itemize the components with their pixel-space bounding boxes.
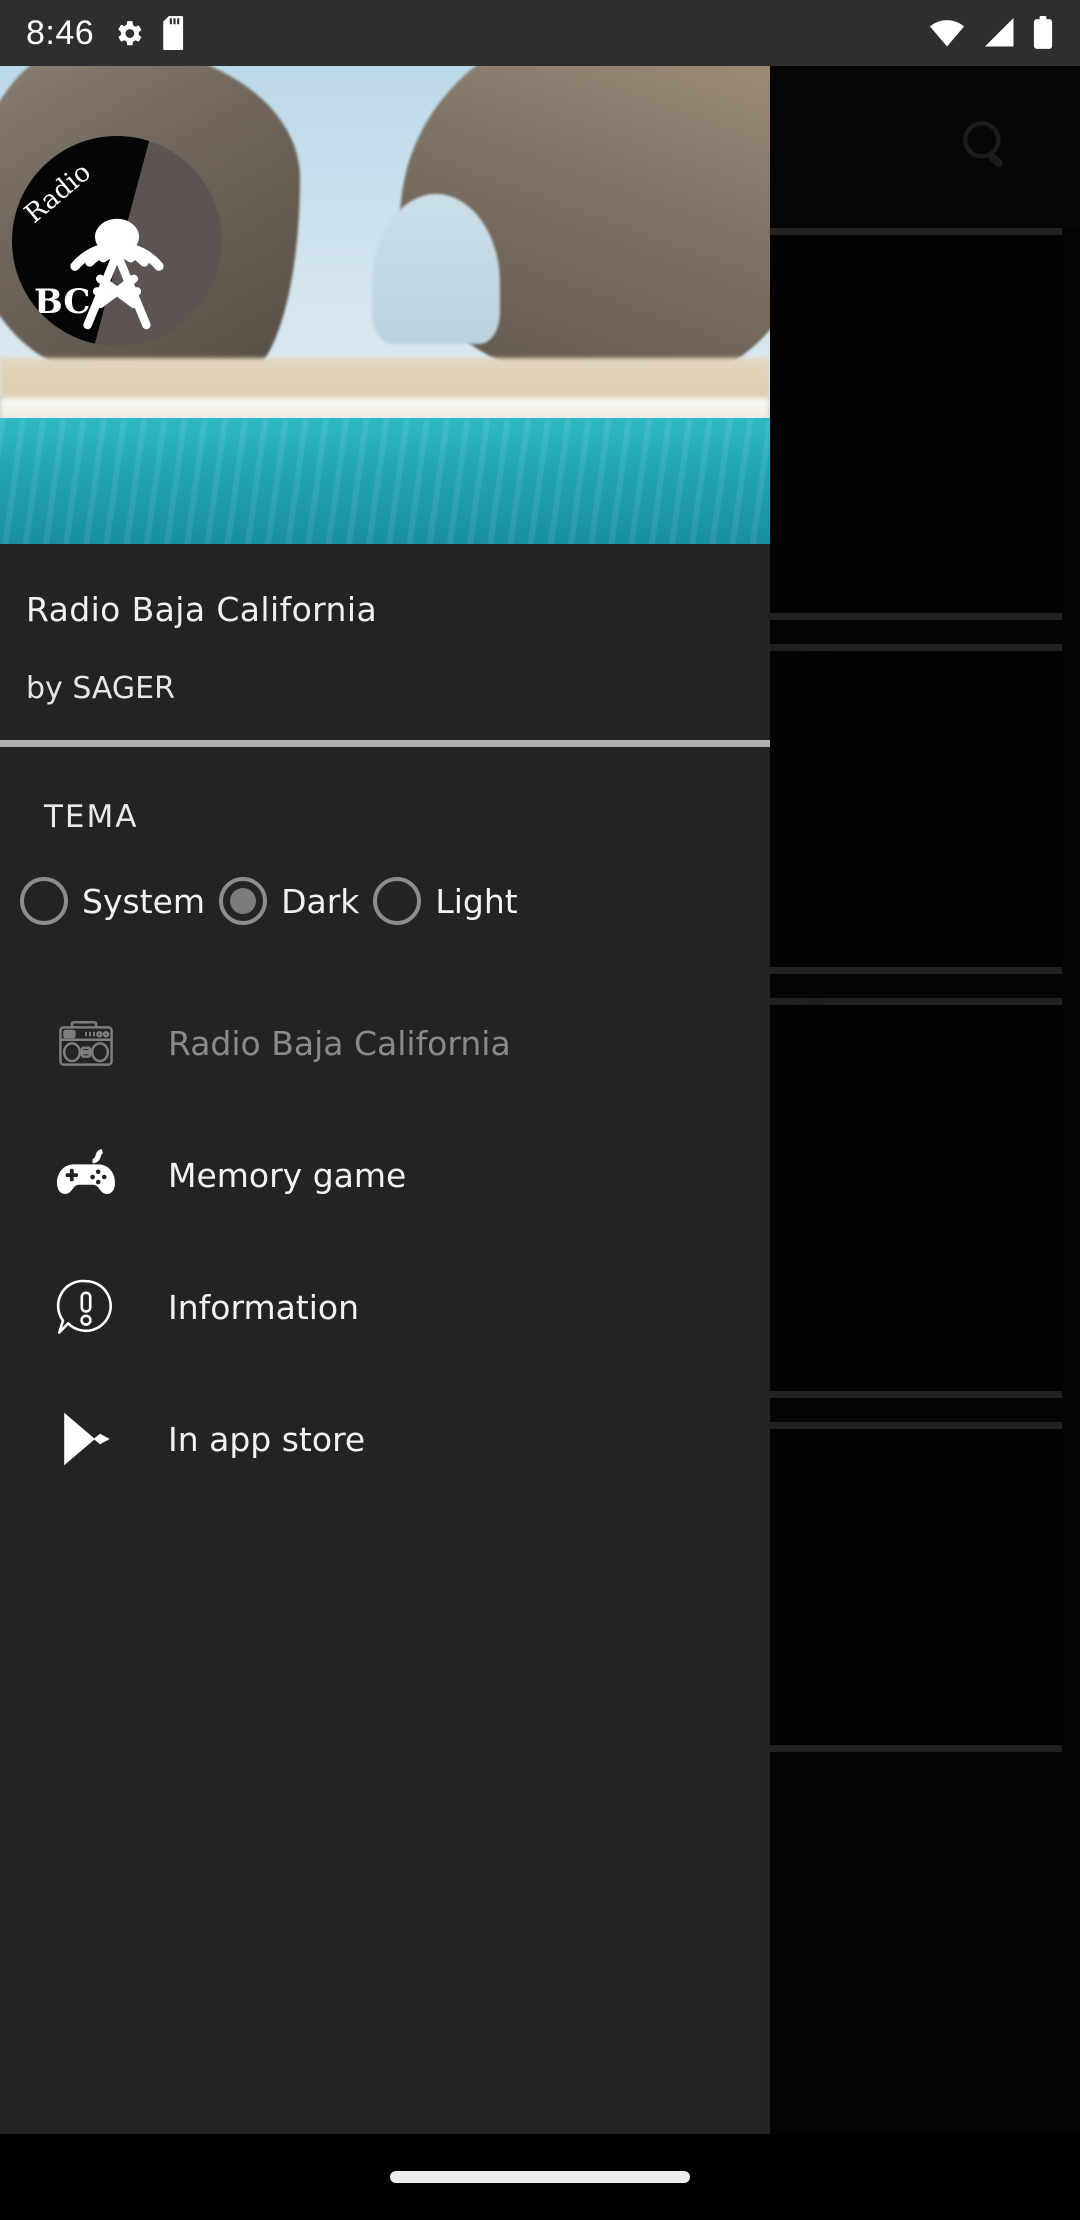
radio-button-system[interactable] [20,877,68,925]
menu-item-label: In app store [168,1419,366,1459]
theme-section: TEMA System Dark Light [0,747,770,925]
radio-tower-logo: Radio BC [12,136,222,346]
sd-card-icon [163,16,189,50]
menu-item-label: Memory game [168,1155,407,1195]
menu-item-information[interactable]: Information [0,1241,770,1373]
theme-option-label: System [82,881,206,921]
google-play-icon [48,1401,124,1477]
menu-item-in-app-store[interactable]: In app store [0,1373,770,1505]
drawer-title-block: Radio Baja California by SAGER [0,544,770,740]
gamepad-icon [48,1137,124,1213]
phone-screen: FM 95.9 p 40 del pop el dia) M [0,0,1080,2220]
home-gesture-pill[interactable] [390,2171,690,2183]
drawer-header-image: Radio BC [0,66,770,544]
gear-icon [112,17,145,50]
theme-option-label: Dark [281,881,360,921]
menu-item-label: Information [168,1287,360,1327]
logo-word-bc: BC [34,282,91,322]
drawer-menu-list: Radio Baja California Memory game Inform… [0,925,770,1505]
theme-option-dark[interactable]: Dark [219,877,359,925]
theme-radio-group[interactable]: System Dark Light [0,835,770,925]
wifi-icon [929,18,965,48]
status-bar: 8:46 [0,0,1080,66]
cellular-signal-icon [982,18,1015,48]
theme-option-label: Light [435,881,518,921]
radio-boombox-icon [48,1005,124,1081]
radio-button-dark[interactable] [219,877,268,925]
theme-option-light[interactable]: Light [373,877,518,925]
drawer-author: by SAGER [26,671,175,706]
status-bar-right [929,16,1054,50]
sea-water [0,418,770,544]
theme-option-system[interactable]: System [20,877,205,925]
menu-item-radio-baja-california[interactable]: Radio Baja California [0,977,770,1109]
navigation-drawer: Radio BC Radio Baja California by SAGER … [0,66,770,2200]
status-bar-left: 8:46 [26,14,189,53]
radio-selected-dot [230,888,257,914]
theme-section-label: TEMA [44,799,139,835]
system-navigation-bar [0,2134,1080,2220]
drawer-app-name: Radio Baja California [26,590,378,629]
menu-item-memory-game[interactable]: Memory game [0,1109,770,1241]
info-speech-bubble-icon [48,1269,124,1345]
menu-item-label: Radio Baja California [168,1023,511,1063]
battery-icon [1032,16,1054,50]
clock: 8:46 [26,13,95,52]
radio-button-light[interactable] [373,877,422,925]
drawer-divider [0,740,770,747]
